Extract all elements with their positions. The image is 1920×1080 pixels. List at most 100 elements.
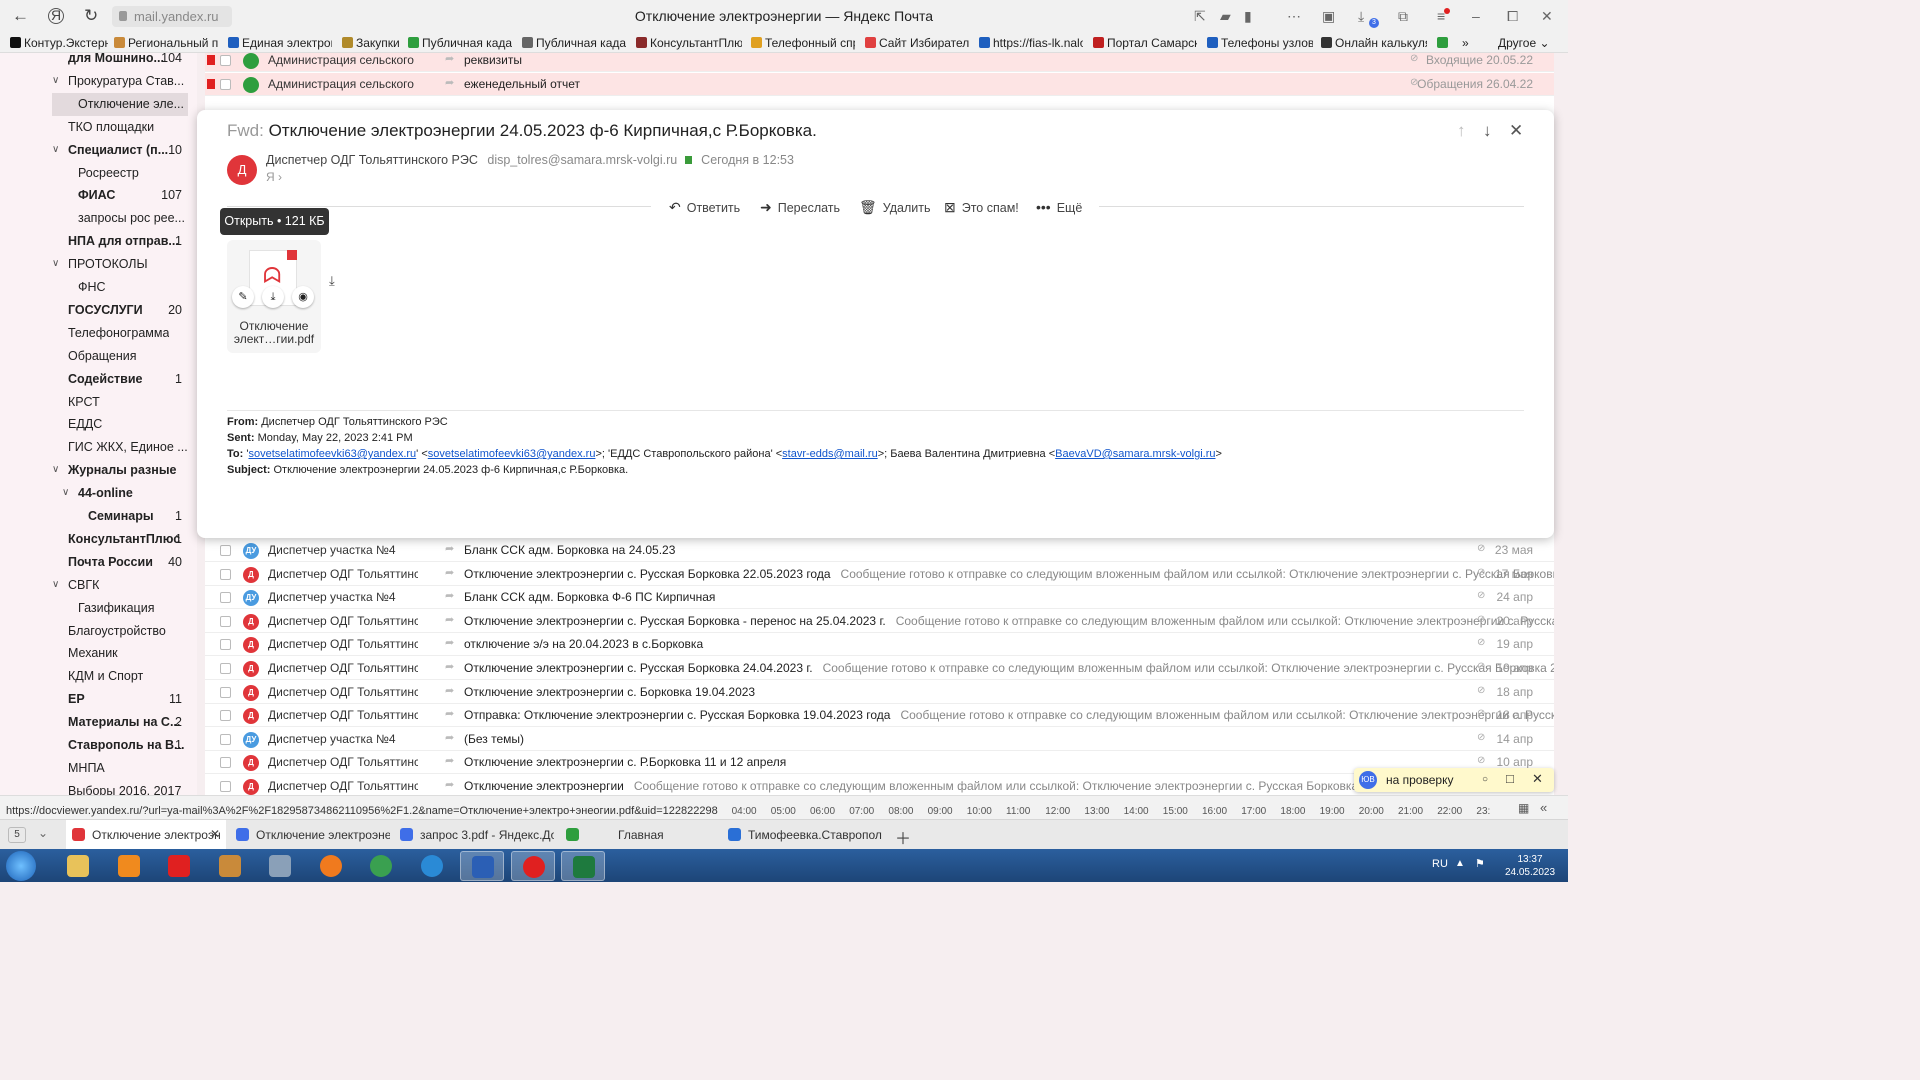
delete-button[interactable]: 🗑 Удалить bbox=[859, 199, 931, 216]
sidebar-folder[interactable]: Обращения bbox=[0, 345, 197, 368]
taskbar-app-yandex[interactable] bbox=[510, 851, 555, 881]
taskbar-app-word[interactable] bbox=[460, 851, 504, 881]
chevron-down-icon[interactable]: ∨ bbox=[52, 144, 59, 155]
tab-item[interactable]: запрос 3.pdf - Яндекс.Док bbox=[394, 820, 554, 850]
bookmark-item[interactable]: Публичная кадаст bbox=[408, 36, 512, 50]
bookmark-item[interactable]: Телефоны узлов с bbox=[1207, 36, 1313, 50]
sidebar-folder[interactable]: Газификация bbox=[0, 597, 197, 620]
downloads-icon[interactable]: ⤓ bbox=[1358, 8, 1364, 25]
message-row[interactable]: Д Диспетчер ОДГ Тольяттинск... ➦ Отключение… bbox=[205, 657, 1554, 680]
sidebar-folder[interactable]: ЕДДС bbox=[0, 413, 197, 436]
share-icon[interactable]: ⇱ bbox=[1194, 8, 1206, 25]
email-link[interactable]: sovetselatimofeevki63@yandex.ru bbox=[428, 448, 596, 460]
bookmark-item[interactable]: Контур.Экстерн bbox=[10, 36, 108, 50]
taskbar-app-app-red[interactable] bbox=[157, 851, 201, 881]
arrow-up-icon[interactable]: ↑ bbox=[1457, 121, 1466, 141]
row-checkbox[interactable] bbox=[220, 545, 231, 556]
sidebar-folder[interactable]: ГОСУСЛУГИ 20 bbox=[0, 299, 197, 322]
sidebar-folder[interactable]: запросы рос рее... bbox=[0, 207, 197, 230]
tray-arrow-icon[interactable]: ▲ bbox=[1455, 858, 1465, 869]
close-icon[interactable]: ✕ bbox=[1509, 121, 1523, 141]
bookmark-item[interactable]: Региональный по bbox=[114, 36, 218, 50]
message-row[interactable]: Д Диспетчер ОДГ Тольяттинск... ➦ Отключение… bbox=[205, 562, 1554, 586]
chevron-down-icon[interactable]: ∨ bbox=[52, 579, 59, 590]
download-icon[interactable]: ⤓ bbox=[262, 286, 284, 308]
chevron-down-icon[interactable]: ∨ bbox=[52, 258, 59, 269]
sidebar-folder[interactable]: Ставрополь на В... 1 bbox=[0, 734, 197, 757]
sidebar-folder[interactable]: ∨ СВГК bbox=[0, 574, 197, 597]
bookmark-item[interactable] bbox=[1437, 36, 1453, 50]
flag-icon[interactable]: ⚑ bbox=[1475, 857, 1485, 870]
sidebar-folder[interactable]: КДМ и Спорт bbox=[0, 665, 197, 688]
bookmark-item[interactable]: Публичная кадаст bbox=[522, 36, 626, 50]
row-checkbox[interactable] bbox=[220, 663, 231, 674]
row-checkbox[interactable] bbox=[220, 592, 231, 604]
flag-icon[interactable] bbox=[207, 78, 215, 89]
row-checkbox[interactable] bbox=[220, 686, 231, 698]
flagged-message-row[interactable]: Администрация сельского п... ➦ реквизиты ⊘ В… bbox=[205, 53, 1554, 72]
reply-button[interactable]: ↶ Ответить bbox=[669, 199, 740, 216]
tab-item[interactable]: Тимофеевка.Ставропольс bbox=[722, 820, 882, 850]
todo-widget[interactable]: ЮВ на проверку ○ □ ✕ bbox=[1354, 768, 1554, 792]
sidebar-folder[interactable]: ФИАС 107 bbox=[0, 184, 197, 207]
row-checkbox[interactable] bbox=[220, 568, 231, 580]
sidebar-folder[interactable]: ∨ Специалист (п... 10 bbox=[0, 139, 197, 162]
taskbar-app-chrome[interactable] bbox=[359, 851, 403, 881]
sender-avatar[interactable]: Д bbox=[227, 155, 257, 185]
tab-mail[interactable]: Отключение электроэн ✕ bbox=[66, 820, 226, 850]
recipient-me[interactable]: Я › bbox=[266, 170, 282, 184]
start-button[interactable] bbox=[6, 851, 36, 881]
sidebar-folder[interactable]: МНПА bbox=[0, 757, 197, 780]
arrow-down-icon[interactable]: ↓ bbox=[1483, 121, 1492, 141]
sidebar-folder[interactable]: Отключение эле... bbox=[52, 92, 188, 116]
close-window-icon[interactable]: ✕ bbox=[1541, 8, 1553, 25]
bookmark-item[interactable]: Телефонный спра bbox=[751, 36, 855, 50]
calendar-icon[interactable]: ▦ bbox=[1518, 801, 1529, 815]
sidebar-folder[interactable]: Росреестр bbox=[0, 162, 197, 185]
sidebar-folder[interactable]: Телефонограмма bbox=[0, 322, 197, 345]
message-row[interactable]: Д Диспетчер ОДГ Тольяттинск... ➦ отключение… bbox=[205, 633, 1554, 657]
sidebar-folder[interactable]: НПА для отправ... 1 bbox=[0, 230, 197, 253]
minimize-icon[interactable]: – bbox=[1472, 8, 1480, 24]
download-all-icon[interactable]: ⤓ bbox=[329, 273, 335, 289]
taskbar-app-excel[interactable] bbox=[561, 851, 605, 881]
message-row[interactable]: ДУ Диспетчер участка №4 ➦ (Без темы) ⊘ 14 апр bbox=[205, 727, 1554, 751]
tab-close-icon[interactable]: ✕ bbox=[210, 827, 220, 841]
new-tab-icon[interactable]: ＋ bbox=[895, 825, 911, 849]
sender-email[interactable]: disp_tolres@samara.mrsk-volgi.ru bbox=[487, 153, 677, 167]
chevron-left-icon[interactable]: « bbox=[1540, 800, 1547, 815]
taskbar-app-firefox[interactable] bbox=[309, 851, 353, 881]
bookmark-item[interactable]: Единая электронн bbox=[228, 36, 332, 50]
sidebar-folder[interactable]: ∨ Журналы разные bbox=[0, 459, 197, 482]
system-clock[interactable]: 13:37 24.05.2023 bbox=[1500, 853, 1560, 879]
row-checkbox[interactable] bbox=[220, 733, 231, 745]
spam-button[interactable]: ⊠ Это спам! bbox=[944, 199, 1019, 216]
extensions-icon[interactable]: ⧉ bbox=[1398, 8, 1408, 25]
circle-icon[interactable]: ○ bbox=[1482, 774, 1488, 785]
language-indicator[interactable]: RU bbox=[1432, 858, 1448, 870]
tab-counter[interactable]: 5 bbox=[8, 827, 26, 843]
message-row[interactable]: Д Диспетчер ОДГ Тольяттинск... ➦ Отключение… bbox=[205, 680, 1554, 704]
row-checkbox[interactable] bbox=[220, 757, 231, 769]
collections-icon[interactable]: ▣ bbox=[1322, 8, 1335, 25]
sidebar-folder[interactable]: Семинары 1 bbox=[0, 505, 197, 528]
row-checkbox[interactable] bbox=[220, 55, 231, 66]
message-row[interactable]: Д Диспетчер ОДГ Тольяттинск... ➦ Отключение… bbox=[205, 775, 1554, 795]
chevron-down-icon[interactable]: ∨ bbox=[52, 75, 59, 86]
bookmark-item[interactable]: КонсультантПлюс bbox=[636, 36, 742, 50]
taskbar-app-app-tool[interactable] bbox=[208, 851, 252, 881]
message-row[interactable]: ДУ Диспетчер участка №4 ➦ Бланк ССК адм. Бо… bbox=[205, 539, 1554, 562]
sidebar-folder[interactable]: КонсультантПлюс 1 bbox=[0, 528, 197, 551]
eye-icon[interactable]: ◉ bbox=[292, 286, 314, 308]
taskbar-app-media[interactable] bbox=[107, 851, 151, 881]
bookmark-item[interactable]: Сайт Избиратель bbox=[865, 36, 969, 50]
sender-name[interactable]: Диспетчер ОДГ Тольяттинского РЭС bbox=[266, 153, 478, 167]
tab-item[interactable]: Отключение электроэнер bbox=[230, 820, 390, 850]
maximize-icon[interactable]: ⧠ bbox=[1507, 8, 1518, 25]
sidebar-folder[interactable]: для Мошнино... 104 bbox=[0, 53, 197, 70]
tab-item[interactable]: Главная bbox=[560, 820, 720, 850]
chevron-down-icon[interactable]: ⌄ bbox=[38, 826, 48, 840]
sidebar-folder[interactable]: КРСТ bbox=[0, 391, 197, 414]
sidebar-folder[interactable]: ФНС bbox=[0, 276, 197, 299]
menu-dots-icon[interactable]: ⋯ bbox=[1287, 8, 1301, 25]
